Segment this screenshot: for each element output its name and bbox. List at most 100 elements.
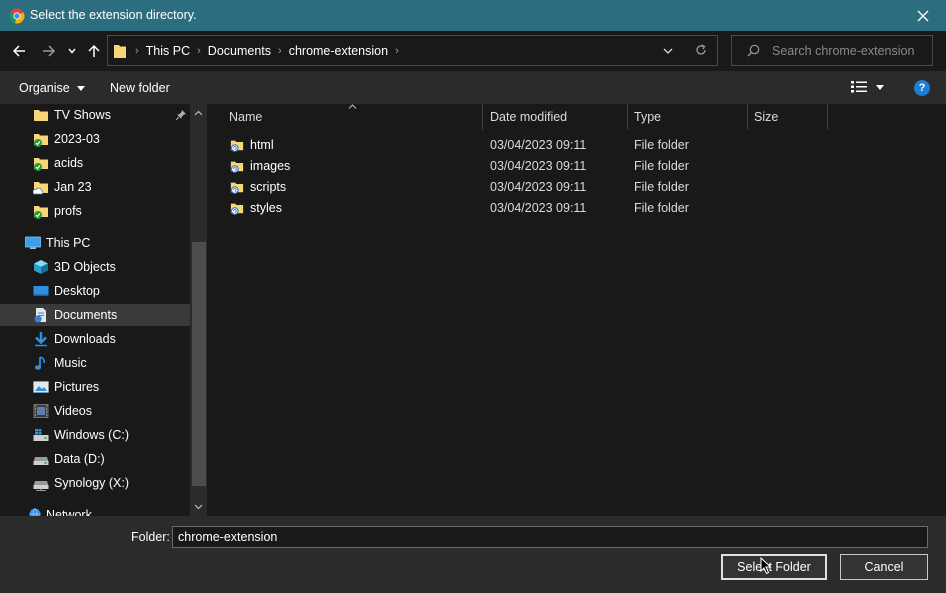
sidebar-item-documents[interactable]: Documents <box>0 304 190 326</box>
column-header-size[interactable]: Size <box>748 104 828 130</box>
sidebar-item-label: Documents <box>54 308 118 322</box>
sidebar-item-windows-c[interactable]: Windows (C:) <box>0 424 190 446</box>
window-title: Select the extension directory. <box>30 8 197 22</box>
sidebar-item-downloads[interactable]: Downloads <box>0 328 190 350</box>
sidebar-item-label: Videos <box>54 404 92 418</box>
sidebar-item-jan-23[interactable]: Jan 23 <box>0 176 190 198</box>
sidebar-item-2023-03[interactable]: 2023-03 <box>0 128 190 150</box>
back-button[interactable] <box>10 42 28 60</box>
column-header-date-modified[interactable]: Date modified <box>484 104 628 130</box>
file-row-html[interactable]: html 03/04/2023 09:11 File folder <box>228 135 828 156</box>
sidebar-item-label: Downloads <box>54 332 116 346</box>
chevron-down-icon <box>663 48 673 54</box>
sidebar-item-synology-x[interactable]: Synology (X:) <box>0 472 190 494</box>
network-icon <box>29 508 41 516</box>
sidebar-item-profs[interactable]: profs <box>0 200 190 222</box>
computer-icon <box>25 236 41 249</box>
file-type: File folder <box>634 138 689 152</box>
music-icon <box>35 356 46 370</box>
file-name: html <box>250 138 274 152</box>
breadcrumb-documents[interactable]: Documents <box>203 44 276 58</box>
column-header-name[interactable]: Name <box>223 104 483 130</box>
sidebar-item-data-d[interactable]: Data (D:) <box>0 448 190 470</box>
sidebar-item-acids[interactable]: acids <box>0 152 190 174</box>
sidebar-item-label: profs <box>54 204 82 218</box>
3d-objects-icon <box>34 260 48 274</box>
sidebar-item-desktop[interactable]: Desktop <box>0 280 190 302</box>
refresh-button[interactable] <box>695 44 707 59</box>
sidebar-item-music[interactable]: Music <box>0 352 190 374</box>
breadcrumb-separator: › <box>395 44 399 57</box>
organise-button[interactable]: Organise <box>19 81 86 95</box>
scroll-up-icon[interactable] <box>194 110 203 116</box>
sidebar-item-this-pc[interactable]: This PC <box>0 232 190 254</box>
refresh-icon <box>696 44 706 55</box>
network-drive-icon <box>33 481 49 491</box>
sidebar-item-label: Jan 23 <box>54 180 92 194</box>
navigation-pane: TV Shows 2023-03 acids Jan 23 profs This… <box>0 104 208 516</box>
breadcrumb-separator: › <box>135 44 139 57</box>
folder-input[interactable] <box>172 526 928 548</box>
documents-icon <box>34 308 46 323</box>
cancel-button[interactable]: Cancel <box>840 554 928 580</box>
file-date-modified: 03/04/2023 09:11 <box>490 201 587 215</box>
sidebar-item-label: TV Shows <box>54 108 111 122</box>
file-row-images[interactable]: images 03/04/2023 09:11 File folder <box>228 156 828 177</box>
scroll-down-icon[interactable] <box>194 504 203 510</box>
mouse-cursor-icon <box>760 557 772 575</box>
file-date-modified: 03/04/2023 09:11 <box>490 159 587 173</box>
address-history-button[interactable] <box>663 45 673 59</box>
new-folder-button[interactable]: New folder <box>110 81 170 95</box>
address-bar[interactable]: › This PC › Documents › chrome-extension… <box>107 35 718 66</box>
sidebar-scrollbar-thumb[interactable] <box>192 242 206 486</box>
chrome-icon <box>9 8 25 24</box>
recent-locations-button[interactable] <box>66 42 78 60</box>
file-name: styles <box>250 201 282 215</box>
close-icon <box>917 10 929 21</box>
organise-label: Organise <box>19 81 70 95</box>
sidebar-item-label: 3D Objects <box>54 260 116 274</box>
title-bar: Select the extension directory. <box>0 0 946 31</box>
arrow-left-icon <box>12 45 25 57</box>
file-row-styles[interactable]: styles 03/04/2023 09:11 File folder <box>228 198 828 219</box>
file-type: File folder <box>634 180 689 194</box>
search-placeholder: Search chrome-extension <box>772 44 915 58</box>
folder-synced-icon <box>34 134 48 147</box>
breadcrumb-chrome-extension[interactable]: chrome-extension <box>284 44 393 58</box>
help-icon[interactable]: ? <box>914 80 930 96</box>
sidebar-item-label: Synology (X:) <box>54 476 130 490</box>
videos-icon <box>33 404 49 418</box>
file-type: File folder <box>634 201 689 215</box>
sidebar-item-pictures[interactable]: Pictures <box>0 376 190 398</box>
chevron-down-icon <box>68 48 76 54</box>
folder-synced-icon <box>34 158 48 171</box>
close-button[interactable] <box>900 0 946 31</box>
caret-down-icon <box>77 86 86 92</box>
sidebar-item-label: Desktop <box>54 284 100 298</box>
folder-synced-icon <box>230 182 244 194</box>
file-row-scripts[interactable]: scripts 03/04/2023 09:11 File folder <box>228 177 828 198</box>
column-header-type[interactable]: Type <box>628 104 748 130</box>
forward-button[interactable] <box>40 42 58 60</box>
sidebar-item-label: This PC <box>46 236 91 250</box>
pin-icon <box>176 110 186 120</box>
drive-windows-icon <box>33 429 49 441</box>
sidebar-item-label: Network <box>46 508 92 516</box>
folder-synced-icon <box>34 206 48 219</box>
search-box[interactable]: Search chrome-extension <box>731 35 933 66</box>
breadcrumb-this-pc[interactable]: This PC <box>141 44 195 58</box>
sidebar-item-label: acids <box>54 156 84 170</box>
sidebar-item-tv-shows[interactable]: TV Shows <box>0 104 190 126</box>
sidebar-item-network[interactable]: Network <box>0 504 190 516</box>
sidebar-item-3d-objects[interactable]: 3D Objects <box>0 256 190 278</box>
folder-label: Folder: <box>131 530 170 544</box>
change-view-button[interactable] <box>851 81 887 95</box>
file-name: images <box>250 159 291 173</box>
sidebar-item-videos[interactable]: Videos <box>0 400 190 422</box>
up-button[interactable] <box>85 42 103 60</box>
sidebar-item-label: Data (D:) <box>54 452 105 466</box>
file-type: File folder <box>634 159 689 173</box>
breadcrumb-separator: › <box>278 44 282 57</box>
file-date-modified: 03/04/2023 09:11 <box>490 180 587 194</box>
select-folder-button[interactable]: Select Folder <box>721 554 827 580</box>
